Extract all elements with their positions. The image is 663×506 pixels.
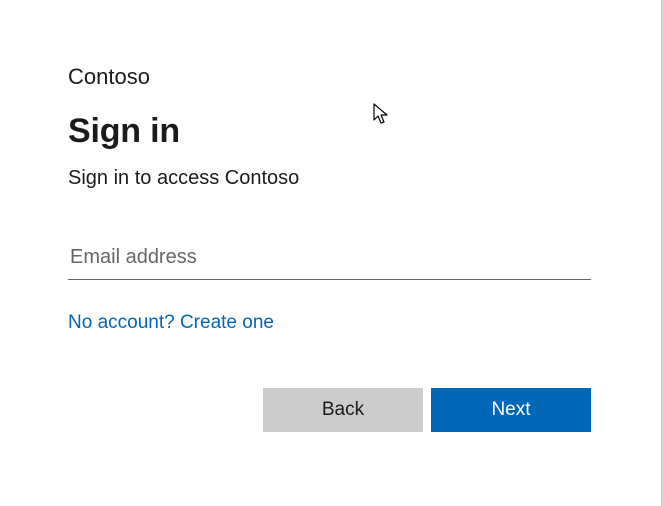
back-button[interactable]: Back [263,388,423,432]
page-title: Sign in [68,112,591,151]
email-input[interactable] [68,240,591,280]
brand-name: Contoso [68,64,591,90]
button-row: Back Next [68,388,591,432]
signin-dialog: Contoso Sign in Sign in to access Contos… [0,0,663,506]
next-button[interactable]: Next [431,388,591,432]
page-subtitle: Sign in to access Contoso [68,167,591,190]
create-account-link[interactable]: No account? Create one [68,312,274,334]
